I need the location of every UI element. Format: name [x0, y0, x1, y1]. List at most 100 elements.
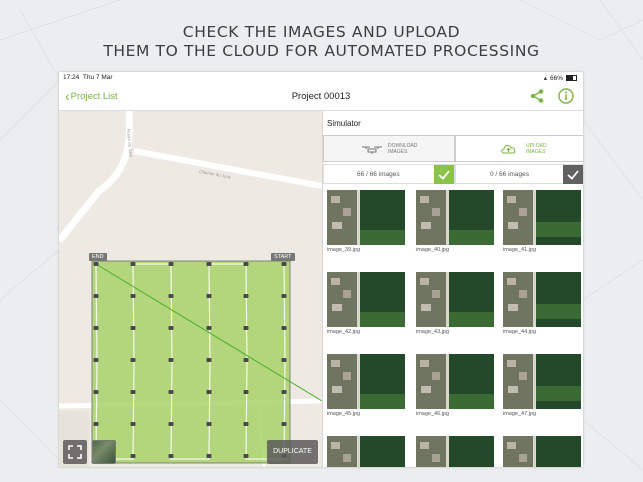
download-select-all-checkbox[interactable] — [434, 165, 454, 184]
waypoint-marker[interactable] — [130, 422, 136, 426]
waypoint-marker[interactable] — [243, 422, 249, 426]
headline-line1: CHECK THE IMAGES AND UPLOAD — [182, 23, 461, 41]
aerial-thumbnail — [503, 436, 581, 467]
survey-area — [91, 260, 291, 464]
image-tile[interactable]: image_40.jpg — [416, 190, 494, 253]
end-marker: END — [89, 253, 107, 261]
waypoint-marker[interactable] — [281, 294, 287, 298]
image-tile[interactable]: image_47.jpg — [503, 354, 581, 417]
waypoint-marker[interactable] — [206, 358, 212, 362]
waypoint-marker[interactable] — [206, 262, 212, 266]
image-tile[interactable]: image_46.jpg — [416, 354, 494, 417]
upload-counter: 0 / 66 images — [455, 164, 583, 184]
headline: CHECK THE IMAGES AND UPLOAD THEM TO THE … — [0, 23, 643, 61]
waypoint-marker[interactable] — [130, 358, 136, 362]
waypoint-marker[interactable] — [93, 390, 99, 394]
tablet-screen: 17:24 Thu 7 Mar ▴ 66% ‹ Project List Pro… — [59, 72, 583, 467]
navigation-bar: ‹ Project List Project 00013 — [59, 84, 583, 111]
waypoint-marker[interactable] — [281, 262, 287, 266]
image-filename: image_47.jpg — [503, 411, 537, 417]
waypoint-marker[interactable] — [243, 454, 249, 458]
waypoint-marker[interactable] — [93, 294, 99, 298]
image-filename: image_44.jpg — [503, 329, 537, 335]
waypoint-marker[interactable] — [206, 422, 212, 426]
waypoint-marker[interactable] — [168, 294, 174, 298]
download-count: 66 / 66 images — [357, 171, 400, 178]
image-filename: image_46.jpg — [416, 411, 450, 417]
satellite-view-button[interactable] — [92, 440, 116, 464]
download-images-tab[interactable]: DOWNLOAD IMAGES — [323, 135, 455, 162]
share-icon[interactable] — [529, 88, 545, 104]
flight-plan-map[interactable]: Chemin du Jura Route du Jura END START D… — [59, 111, 322, 467]
waypoint-marker[interactable] — [168, 358, 174, 362]
image-tile[interactable]: image_43.jpg — [416, 272, 494, 335]
image-tile[interactable] — [327, 436, 405, 467]
drone-icon — [362, 146, 382, 154]
waypoint-marker[interactable] — [206, 390, 212, 394]
waypoint-marker[interactable] — [130, 326, 136, 330]
image-tile[interactable]: image_41.jpg — [503, 190, 581, 253]
image-tile[interactable] — [503, 436, 581, 467]
status-bar: 17:24 Thu 7 Mar ▴ 66% — [59, 72, 583, 84]
status-time: 17:24 — [63, 74, 80, 81]
waypoint-marker[interactable] — [206, 454, 212, 458]
fullscreen-button[interactable] — [63, 440, 87, 464]
image-filename: image_42.jpg — [327, 329, 361, 335]
waypoint-marker[interactable] — [243, 358, 249, 362]
waypoint-marker[interactable] — [281, 358, 287, 362]
battery-icon — [566, 75, 577, 81]
wifi-icon: ▴ — [543, 75, 547, 82]
waypoint-marker[interactable] — [168, 454, 174, 458]
download-line2: IMAGES — [388, 148, 408, 155]
waypoint-marker[interactable] — [281, 390, 287, 394]
aerial-thumbnail — [327, 272, 405, 327]
upload-images-tab[interactable]: UPLOAD IMAGES — [455, 135, 583, 162]
waypoint-marker[interactable] — [281, 422, 287, 426]
duplicate-button[interactable]: DUPLICATE — [267, 440, 318, 464]
waypoint-marker[interactable] — [130, 454, 136, 458]
aerial-thumbnail — [327, 354, 405, 409]
waypoint-marker[interactable] — [168, 422, 174, 426]
image-filename: image_41.jpg — [503, 247, 537, 253]
info-icon[interactable] — [558, 88, 574, 104]
cloud-upload-icon — [501, 145, 516, 154]
status-date: Thu 7 Mar — [82, 74, 113, 81]
road — [133, 148, 322, 189]
waypoint-marker[interactable] — [130, 262, 136, 266]
upload-select-all-checkbox[interactable] — [563, 165, 583, 184]
fullscreen-icon — [68, 445, 82, 459]
waypoint-marker[interactable] — [130, 294, 136, 298]
waypoint-marker[interactable] — [93, 326, 99, 330]
waypoint-marker[interactable] — [168, 326, 174, 330]
waypoint-marker[interactable] — [93, 422, 99, 426]
image-tile[interactable]: image_44.jpg — [503, 272, 581, 335]
start-marker: START — [271, 253, 295, 261]
aerial-thumbnail — [503, 190, 581, 245]
waypoint-marker[interactable] — [168, 262, 174, 266]
image-panel: Simulator DOWNLOAD IMAGES UPLOAD IMAGES 66… — [322, 111, 583, 467]
aerial-thumbnail — [327, 190, 405, 245]
waypoint-marker[interactable] — [206, 294, 212, 298]
waypoint-marker[interactable] — [243, 326, 249, 330]
aerial-thumbnail — [503, 354, 581, 409]
waypoint-marker[interactable] — [243, 262, 249, 266]
image-tile[interactable] — [416, 436, 494, 467]
waypoint-marker[interactable] — [281, 326, 287, 330]
image-tile[interactable]: image_42.jpg — [327, 272, 405, 335]
road — [59, 111, 134, 244]
waypoint-marker[interactable] — [206, 326, 212, 330]
image-tile[interactable]: image_39.jpg — [327, 190, 405, 253]
waypoint-marker[interactable] — [243, 294, 249, 298]
download-counter: 66 / 66 images — [323, 164, 455, 184]
panel-title: Simulator — [327, 119, 361, 128]
waypoint-marker[interactable] — [93, 262, 99, 266]
image-filename: image_40.jpg — [416, 247, 450, 253]
waypoint-marker[interactable] — [93, 358, 99, 362]
waypoint-marker[interactable] — [168, 390, 174, 394]
waypoint-marker[interactable] — [130, 390, 136, 394]
aerial-thumbnail — [503, 272, 581, 327]
image-filename: image_45.jpg — [327, 411, 361, 417]
waypoint-marker[interactable] — [243, 390, 249, 394]
map-canvas: Chemin du Jura Route du Jura — [59, 111, 322, 467]
image-tile[interactable]: image_45.jpg — [327, 354, 405, 417]
